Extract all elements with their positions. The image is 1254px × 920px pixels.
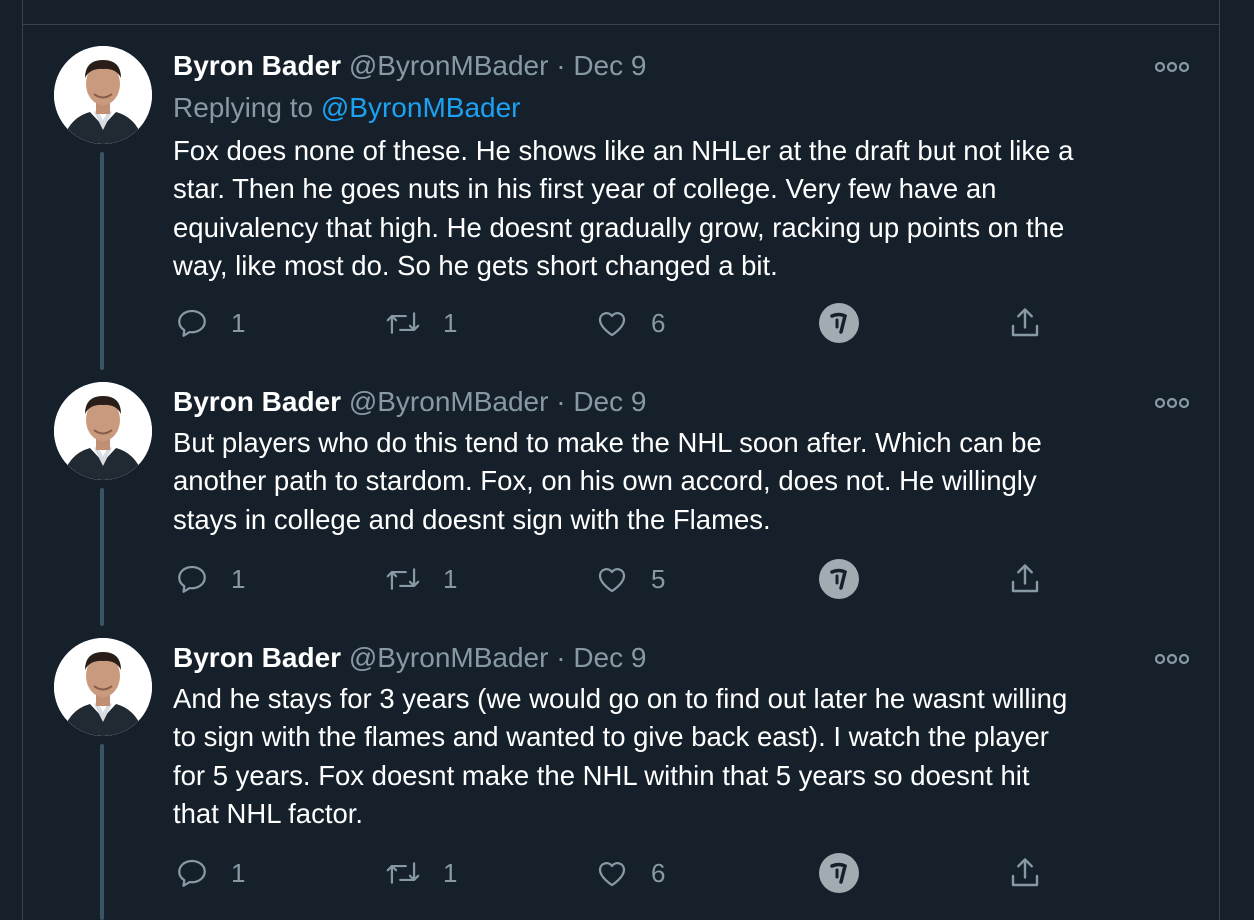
retweet-count: 1 [443, 857, 458, 888]
extension-badge-icon [819, 303, 859, 343]
tweet-date[interactable]: Dec 9 [573, 50, 646, 81]
tweet-header: Byron Bader @ByronMBader · Dec 9 [173, 383, 646, 421]
author-name[interactable]: Byron Bader [173, 642, 341, 673]
tweet-text: And he stays for 3 years (we would go on… [173, 683, 1068, 829]
like-count: 6 [651, 857, 666, 888]
heart-icon [598, 862, 626, 887]
thread-line [100, 488, 104, 626]
reply-button[interactable]: 1 [175, 303, 245, 343]
retweet-icon [386, 312, 420, 334]
like-button[interactable]: 6 [595, 853, 665, 893]
separator-dot: · [556, 642, 566, 673]
tweet-actions: 1 1 6 [173, 853, 1073, 893]
author-name[interactable]: Byron Bader [173, 50, 341, 81]
retweet-button[interactable]: 1 [385, 303, 457, 343]
tweet-date[interactable]: Dec 9 [573, 642, 646, 673]
tweet-header: Byron Bader @ByronMBader · Dec 9 [173, 47, 646, 85]
timeline-column: Byron Bader @ByronMBader · Dec 9 Replyin… [22, 0, 1220, 920]
avatar[interactable] [54, 382, 152, 480]
separator-dot: · [556, 386, 566, 417]
like-button[interactable]: 5 [595, 559, 665, 599]
like-button[interactable]: 6 [595, 303, 665, 343]
tweet-actions: 1 1 5 [173, 559, 1073, 599]
reply-count: 1 [231, 857, 246, 888]
tweet-actions: 1 1 6 [173, 303, 1073, 343]
reply-icon [178, 565, 206, 593]
separator-dot: · [556, 50, 566, 81]
heart-icon [598, 568, 626, 593]
share-button[interactable] [1007, 853, 1043, 893]
extension-button[interactable] [819, 303, 859, 343]
thread-line [100, 152, 104, 370]
reply-icon [178, 309, 206, 337]
more-options-icon[interactable] [1155, 397, 1189, 409]
extension-badge-icon [819, 559, 859, 599]
tweet-header: Byron Bader @ByronMBader · Dec 9 [173, 639, 646, 677]
reply-button[interactable]: 1 [175, 853, 245, 893]
tweet-text: But players who do this tend to make the… [173, 427, 1042, 535]
retweet-count: 1 [443, 307, 458, 338]
share-button[interactable] [1007, 303, 1043, 343]
share-icon [1011, 858, 1039, 887]
avatar[interactable] [54, 638, 152, 736]
more-options-icon[interactable] [1155, 61, 1189, 73]
thread-line [100, 744, 104, 920]
reply-icon [178, 859, 206, 887]
author-handle[interactable]: @ByronMBader [349, 386, 549, 417]
author-handle[interactable]: @ByronMBader [349, 642, 549, 673]
share-icon [1011, 564, 1039, 593]
author-handle[interactable]: @ByronMBader [349, 50, 549, 81]
retweet-icon [386, 568, 420, 590]
replying-to: Replying to @ByronMBader [173, 89, 520, 127]
retweet-button[interactable]: 1 [385, 853, 457, 893]
replying-prefix: Replying to [173, 92, 321, 123]
like-count: 5 [651, 563, 666, 594]
more-options-icon[interactable] [1155, 653, 1189, 665]
avatar[interactable] [54, 46, 152, 144]
share-button[interactable] [1007, 559, 1043, 599]
tweet-text: Fox does none of these. He shows like an… [173, 135, 1074, 281]
reply-button[interactable]: 1 [175, 559, 245, 599]
extension-button[interactable] [819, 559, 859, 599]
retweet-count: 1 [443, 563, 458, 594]
author-name[interactable]: Byron Bader [173, 386, 341, 417]
like-count: 6 [651, 307, 666, 338]
reply-count: 1 [231, 563, 246, 594]
tweet-date[interactable]: Dec 9 [573, 386, 646, 417]
heart-icon [598, 312, 626, 337]
replying-mention-link[interactable]: @ByronMBader [321, 92, 521, 123]
extension-button[interactable] [819, 853, 859, 893]
reply-count: 1 [231, 307, 246, 338]
share-icon [1011, 308, 1039, 337]
retweet-icon [386, 862, 420, 884]
top-divider [23, 24, 1219, 25]
extension-badge-icon [819, 853, 859, 893]
retweet-button[interactable]: 1 [385, 559, 457, 599]
